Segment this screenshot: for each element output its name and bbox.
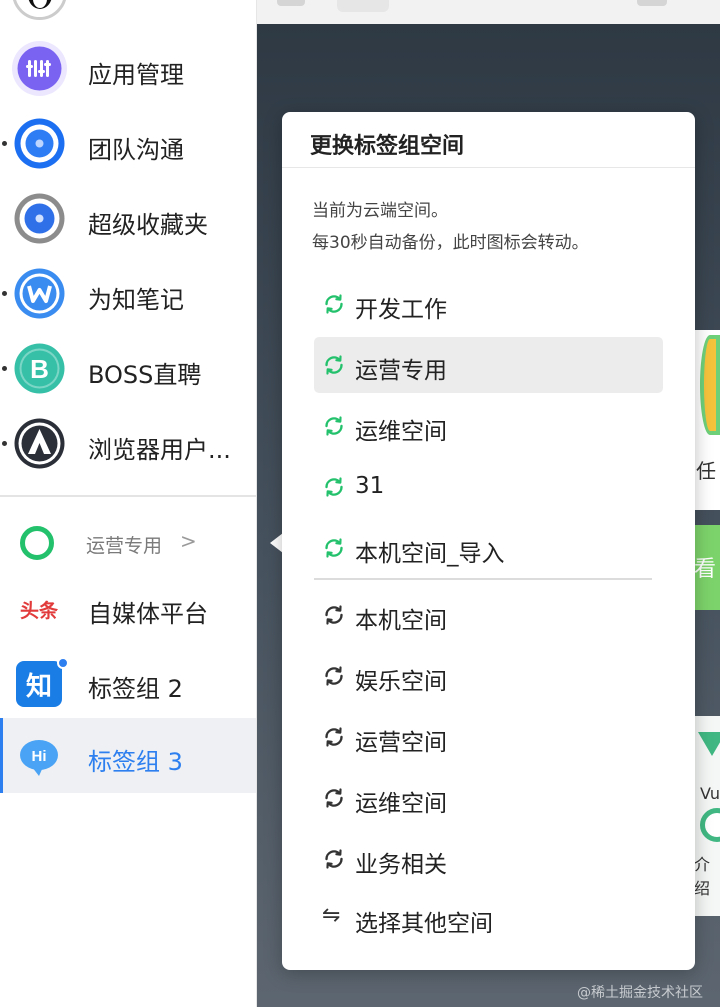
tab-group-label: 运营专用 — [86, 535, 163, 557]
unread-dot — [2, 141, 7, 146]
vue-logo-icon — [698, 732, 720, 756]
sync-icon — [322, 353, 346, 377]
sidebar-app-partial[interactable] — [0, 0, 256, 30]
space-item[interactable]: 开发工作 — [314, 276, 663, 332]
sidebar-app-label: 超级收藏夹 — [88, 211, 208, 239]
space-list-divider — [314, 578, 652, 580]
sync-icon — [20, 526, 54, 560]
sidebar-app-label: 为知笔记 — [88, 286, 184, 314]
sidebar-app-label: BOSS直聘 — [88, 361, 202, 389]
vue-card-caption: 介绍 — [694, 855, 711, 898]
browser-toolbar — [257, 0, 720, 24]
sliders-icon — [12, 41, 67, 96]
sidebar-divider — [0, 495, 256, 497]
popup-description: 每30秒自动备份，此时图标会转动。 — [312, 233, 589, 253]
space-item[interactable]: 运维空间 — [314, 398, 663, 454]
sidebar-app-label: 应用管理 — [88, 61, 184, 89]
task-icon — [700, 335, 720, 435]
space-item-label: 本机空间_导入 — [355, 541, 505, 567]
vue-card-label: Vu — [700, 784, 720, 803]
star-ring-icon — [12, 191, 67, 246]
notification-badge — [57, 657, 69, 669]
sidebar-item-media-platform[interactable]: 头条 自媒体平台 — [0, 570, 256, 645]
space-item[interactable]: 娱乐空间 — [314, 648, 663, 704]
unread-dot — [2, 441, 7, 446]
popup-title: 更换标签组空间 — [310, 134, 465, 159]
sync-icon — [322, 475, 346, 499]
space-item[interactable]: 运维空间 — [314, 770, 663, 826]
sidebar-app-app-manager[interactable]: 应用管理 — [0, 31, 256, 106]
popup-description: 当前为云端空间。 — [312, 201, 448, 221]
sync-icon — [322, 603, 346, 627]
sidebar-item-label: 自媒体平台 — [88, 600, 208, 628]
view-button-label: 看 — [694, 557, 717, 582]
space-item[interactable]: 运营专用 — [314, 337, 663, 393]
toutiao-icon: 头条 — [16, 586, 62, 632]
space-item-label: 运营空间 — [355, 730, 447, 756]
zhihu-icon-text: 知 — [25, 671, 52, 702]
sync-icon — [322, 292, 346, 316]
sidebar-app-label: 浏览器用户... — [88, 436, 231, 464]
sync-icon — [322, 786, 346, 810]
sync-icon — [322, 664, 346, 688]
vue-card[interactable]: Vu 介绍 — [694, 716, 720, 916]
sidebar-app-browser-user[interactable]: 浏览器用户... — [0, 406, 256, 481]
sync-icon — [322, 536, 346, 560]
toolbar-button[interactable] — [337, 0, 389, 12]
unread-dot — [2, 366, 7, 371]
sidebar-item-tab-group-3[interactable]: Hi 标签组 3 — [0, 718, 256, 793]
space-item[interactable]: 本机空间 — [314, 587, 663, 643]
tab-group-header[interactable]: 运营专用 > — [0, 512, 256, 574]
swap-icon: ⇋ — [322, 903, 341, 928]
sidebar-item-label: 标签组 3 — [88, 748, 183, 776]
chat-ring-icon — [12, 116, 67, 171]
space-item[interactable]: 业务相关 — [314, 831, 663, 887]
space-item-label: 娱乐空间 — [355, 669, 447, 695]
space-item-label: 运维空间 — [355, 419, 447, 445]
watermark: @稀土掘金技术社区 — [577, 985, 703, 1001]
space-item[interactable]: 运营空间 — [314, 709, 663, 765]
sidebar-app-boss[interactable]: B BOSS直聘 — [0, 331, 256, 406]
wiz-note-icon — [12, 266, 67, 321]
sidebar-app-team-chat[interactable]: 团队沟通 — [0, 106, 256, 181]
toolbar-button[interactable] — [637, 0, 667, 6]
sidebar-item-tab-group-2[interactable]: 知 标签组 2 — [0, 645, 256, 720]
hi-chat-icon-text: Hi — [32, 748, 47, 765]
sidebar-app-label: 团队沟通 — [88, 136, 184, 164]
task-card-label: 任 — [696, 459, 716, 483]
toutiao-icon-text: 头条 — [19, 599, 58, 622]
svg-text:B: B — [30, 354, 49, 384]
chevron-right-icon: > — [180, 529, 197, 553]
sync-icon — [322, 414, 346, 438]
hi-chat-icon: Hi — [16, 734, 62, 780]
space-item-label: 选择其他空间 — [355, 911, 493, 937]
space-item[interactable]: 本机空间_导入 — [314, 520, 663, 576]
space-item-label: 业务相关 — [355, 852, 447, 878]
toolbar-button[interactable] — [277, 0, 305, 6]
space-item-label: 运维空间 — [355, 791, 447, 817]
vue-ring-icon — [700, 808, 720, 842]
space-item-label: 本机空间 — [355, 608, 447, 634]
space-item-label: 31 — [355, 473, 385, 499]
space-item-label: 开发工作 — [355, 297, 447, 323]
zhihu-icon: 知 — [16, 661, 62, 707]
sidebar-app-wiz-note[interactable]: 为知笔记 — [0, 256, 256, 331]
choose-other-space-item[interactable]: ⇋ 选择其他空间 — [314, 890, 663, 946]
sidebar-app-super-favorites[interactable]: 超级收藏夹 — [0, 181, 256, 256]
view-button[interactable]: 看 — [694, 525, 720, 610]
switch-space-popup: 更换标签组空间 当前为云端空间。 每30秒自动备份，此时图标会转动。 开发工作运… — [282, 112, 695, 970]
popup-divider — [282, 167, 695, 168]
sync-icon — [322, 725, 346, 749]
browser-user-icon — [12, 416, 67, 471]
sync-icon — [322, 847, 346, 871]
boss-icon: B — [12, 341, 67, 396]
sidebar: 应用管理 团队沟通 超级收藏夹 为知笔记 B BOSS直聘 浏览器用户... 运… — [0, 0, 257, 1007]
space-item[interactable]: 31 — [314, 459, 663, 515]
space-item-label: 运营专用 — [355, 358, 447, 384]
unread-dot — [2, 291, 7, 296]
sidebar-item-label: 标签组 2 — [88, 675, 183, 703]
penguin-icon — [12, 0, 67, 20]
